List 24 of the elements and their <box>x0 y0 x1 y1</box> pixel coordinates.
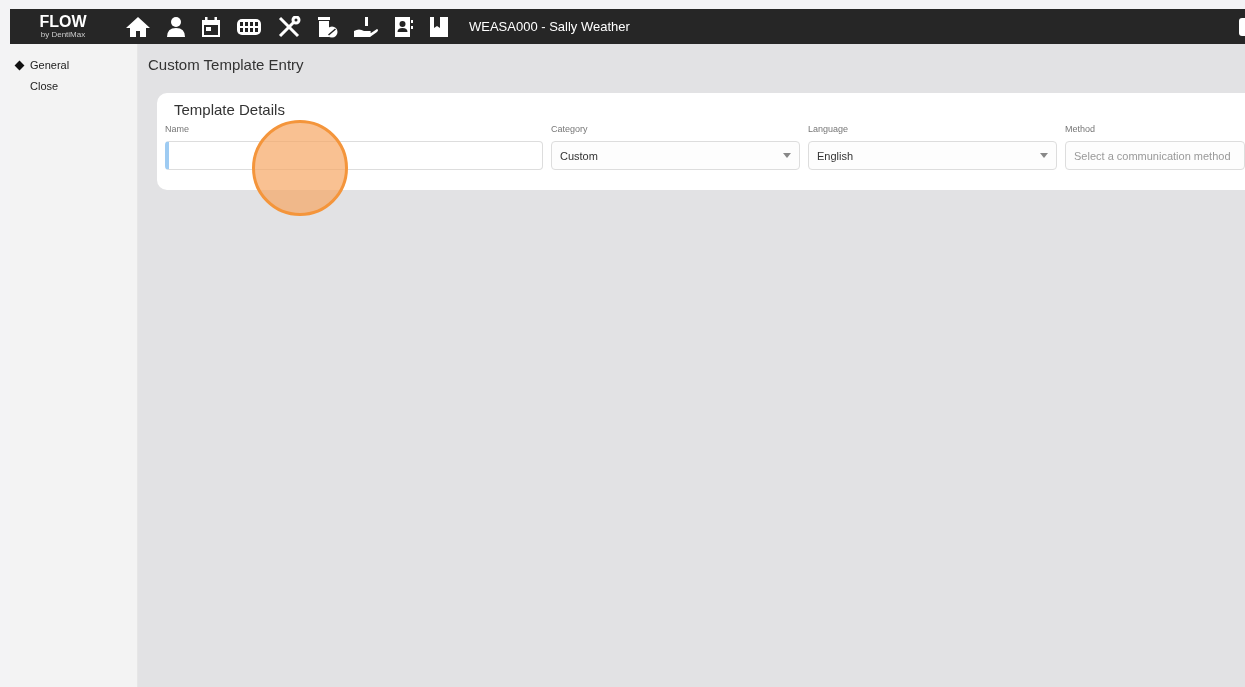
person-icon[interactable] <box>166 15 186 38</box>
field-label: Method <box>1065 124 1097 135</box>
teeth-chart-icon[interactable] <box>236 16 262 37</box>
calendar-icon[interactable] <box>201 15 221 38</box>
field-label: Name <box>165 124 190 135</box>
card-title: Template Details <box>174 101 286 118</box>
book-icon[interactable] <box>429 15 449 38</box>
tools-icon[interactable] <box>277 15 301 38</box>
patient-name: WEASA000 - Sally Weather <box>469 19 630 34</box>
logo-text: FLOW <box>39 14 87 30</box>
sidebar-item[interactable]: Close <box>10 80 137 101</box>
dropdown[interactable]: English <box>808 141 1057 170</box>
dropdown[interactable]: Custom <box>551 141 800 170</box>
logo-tagline: by DentiMax <box>40 30 86 39</box>
contact-book-icon[interactable] <box>394 15 414 38</box>
pill-bottle-icon[interactable] <box>316 15 338 38</box>
hand-money-icon[interactable] <box>353 15 379 38</box>
field-label: Category <box>551 124 589 135</box>
caret-icon <box>1040 153 1048 158</box>
home-icon[interactable] <box>125 15 151 38</box>
caret-icon <box>783 153 791 158</box>
page-title: Custom Template Entry <box>148 56 305 73</box>
sidebar-item[interactable]: General <box>10 59 137 80</box>
field-label: Language <box>808 124 850 135</box>
